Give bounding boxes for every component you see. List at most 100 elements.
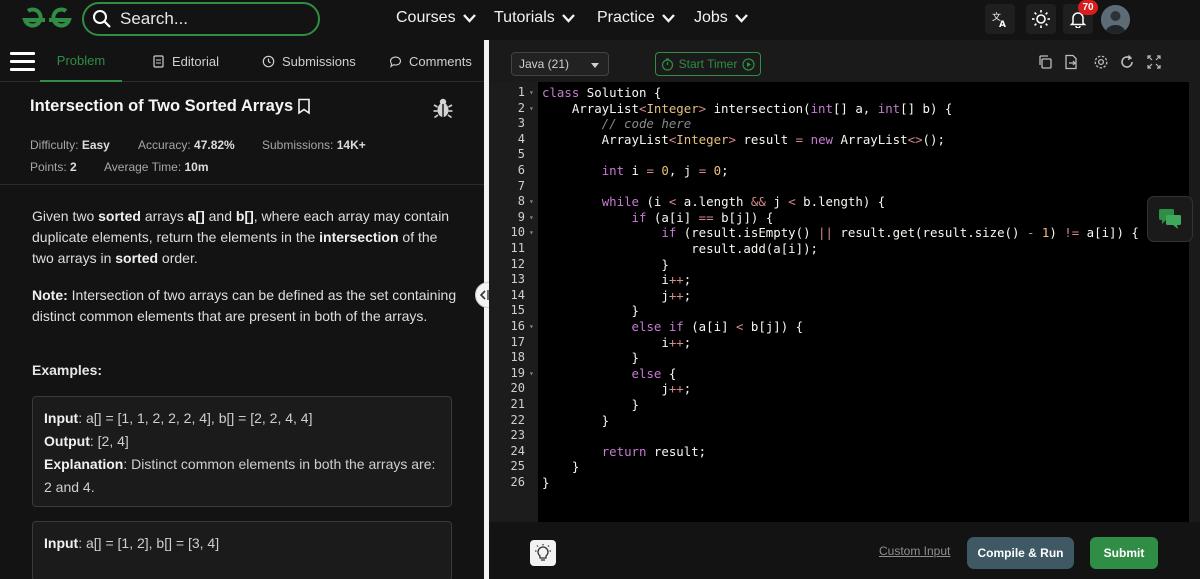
- code-line[interactable]: j++;: [542, 288, 691, 304]
- code-line[interactable]: if (result.isEmpty() || result.get(resul…: [542, 225, 1139, 241]
- line-number: 17: [510, 334, 525, 349]
- code-line[interactable]: else if (a[i] < b[j]) {: [542, 319, 804, 335]
- nav-tutorials[interactable]: Tutorials: [494, 9, 575, 27]
- fold-arrow-icon[interactable]: ▾: [529, 225, 534, 241]
- fold-arrow-icon[interactable]: ▾: [529, 85, 534, 101]
- input-label: Input: [44, 535, 79, 551]
- bug-report-icon[interactable]: [433, 97, 453, 119]
- language-select[interactable]: Java (21): [511, 52, 609, 76]
- example-1-explanation: Explanation: Distinct common elements in…: [44, 453, 440, 499]
- code-line[interactable]: i++;: [542, 272, 691, 288]
- start-timer-button[interactable]: Start Timer: [655, 52, 761, 76]
- nav-practice[interactable]: Practice: [597, 9, 675, 27]
- code-line[interactable]: }: [542, 397, 639, 413]
- problem-panel: Problem Editorial Submissions Comments I…: [0, 40, 484, 579]
- points-value: 2: [70, 160, 77, 174]
- code-line[interactable]: class Solution {: [542, 85, 661, 101]
- hint-button[interactable]: [530, 540, 556, 566]
- reset-icon[interactable]: [1119, 54, 1135, 70]
- problem-tabs: Problem Editorial Submissions Comments: [0, 40, 484, 82]
- submissions-label: Submissions:: [262, 138, 334, 152]
- line-number: 11: [510, 241, 525, 255]
- copy-icon[interactable]: [1037, 54, 1053, 70]
- line-number: 10: [510, 225, 525, 240]
- example-1-output: Output: [2, 4]: [44, 430, 440, 453]
- search-input[interactable]: [120, 9, 310, 29]
- nav-courses[interactable]: Courses: [396, 9, 476, 27]
- custom-input-link[interactable]: Custom Input: [879, 544, 950, 558]
- fold-arrow-icon[interactable]: ▾: [529, 101, 534, 117]
- example-2: Input: a[] = [1, 2], b[] = [3, 4]: [32, 521, 452, 579]
- code-line[interactable]: }: [542, 257, 668, 273]
- accuracy-value: 47.82%: [194, 138, 235, 152]
- fold-arrow-icon[interactable]: ▾: [529, 210, 534, 226]
- problem-note: Note: Intersection of two arrays can be …: [32, 285, 462, 327]
- code-line[interactable]: i++;: [542, 335, 691, 351]
- avatar[interactable]: [1101, 5, 1130, 34]
- nav-jobs[interactable]: Jobs: [694, 9, 748, 27]
- fold-arrow-icon[interactable]: ▾: [529, 366, 534, 382]
- fold-arrow-icon[interactable]: ▾: [529, 194, 534, 210]
- accuracy-label: Accuracy:: [138, 138, 191, 152]
- line-number: 1: [517, 85, 525, 99]
- code-line[interactable]: if (a[i] == b[j]) {: [542, 210, 774, 226]
- line-number: 5: [517, 147, 525, 162]
- note-label: Note:: [32, 287, 68, 303]
- compile-run-button[interactable]: Compile & Run: [967, 537, 1074, 569]
- code-line[interactable]: }: [542, 413, 609, 429]
- code-line[interactable]: // code here: [542, 116, 692, 132]
- tab-editorial-label: Editorial: [172, 53, 219, 69]
- tab-editorial[interactable]: Editorial: [152, 40, 219, 82]
- tab-problem[interactable]: Problem: [40, 40, 122, 82]
- theme-toggle-button[interactable]: [1026, 4, 1056, 34]
- problem-title: Intersection of Two Sorted Arrays: [30, 97, 294, 115]
- accuracy-meta: Accuracy: 47.82%: [138, 138, 235, 152]
- code-line[interactable]: }: [542, 475, 549, 491]
- code-line[interactable]: int i = 0, j = 0;: [542, 163, 729, 179]
- line-number: 2: [517, 100, 525, 115]
- submit-button[interactable]: Submit: [1090, 537, 1158, 569]
- fold-arrow-icon[interactable]: ▾: [529, 319, 534, 335]
- search-box[interactable]: [82, 2, 320, 36]
- tab-comments[interactable]: Comments: [389, 40, 472, 82]
- vertical-scrollbar[interactable]: [1189, 82, 1200, 522]
- code-line[interactable]: }: [542, 303, 639, 319]
- line-number: 3: [517, 116, 525, 131]
- example-2-input: Input: a[] = [1, 2], b[] = [3, 4]: [44, 532, 440, 555]
- gfg-logo-icon[interactable]: [18, 6, 76, 34]
- translate-button[interactable]: 文 A: [985, 4, 1015, 34]
- code-line[interactable]: ArrayList<Integer> result = new ArrayLis…: [542, 132, 945, 148]
- nav-courses-label: Courses: [396, 9, 456, 26]
- chat-button[interactable]: [1147, 196, 1193, 242]
- code-line[interactable]: result.add(a[i]);: [542, 241, 818, 257]
- settings-icon[interactable]: [1093, 54, 1109, 70]
- nav-tutorials-label: Tutorials: [494, 9, 555, 26]
- code-line[interactable]: }: [542, 459, 579, 475]
- example-1-input: Input: a[] = [1, 1, 2, 2, 2, 4], b[] = […: [44, 407, 440, 430]
- code-line[interactable]: while (i < a.length && j < b.length) {: [542, 194, 886, 210]
- line-number: 24: [510, 443, 525, 458]
- comment-icon: [389, 56, 401, 68]
- file-export-icon[interactable]: [1063, 54, 1079, 70]
- nav-practice-label: Practice: [597, 9, 655, 26]
- bookmark-icon[interactable]: [297, 98, 311, 115]
- examples-label: Examples:: [32, 362, 103, 378]
- desc-bold: intersection: [319, 229, 399, 245]
- app-root: Courses Tutorials Practice Jobs 文 A: [0, 0, 1200, 579]
- meta-divider: [0, 184, 484, 185]
- code-line[interactable]: return result;: [542, 444, 706, 460]
- line-number: 23: [510, 428, 525, 443]
- tab-submissions[interactable]: Submissions: [262, 40, 356, 82]
- desc-text: arrays: [140, 208, 188, 224]
- code-line[interactable]: }: [542, 350, 639, 366]
- code-line[interactable]: j++;: [542, 381, 691, 397]
- submissions-meta: Submissions: 14K+: [262, 138, 366, 152]
- code-line[interactable]: ArrayList<Integer> intersection(int[] a,…: [542, 101, 953, 117]
- fullscreen-icon[interactable]: [1146, 54, 1162, 70]
- code-editor[interactable]: 1 ▾ 2 ▾ 3 4 5 6 7 8 ▾ 9 ▾ 10 ▾ 11 12 13 14 15 16 ▾ 17 18 19 ▾ 20 21…: [489, 82, 1200, 522]
- hamburger-menu-icon[interactable]: [10, 52, 35, 74]
- chevron-down-icon: [462, 13, 476, 23]
- line-number: 13: [510, 272, 525, 287]
- code-line[interactable]: else {: [542, 366, 677, 382]
- top-nav: Courses Tutorials Practice Jobs 文 A: [0, 0, 1200, 40]
